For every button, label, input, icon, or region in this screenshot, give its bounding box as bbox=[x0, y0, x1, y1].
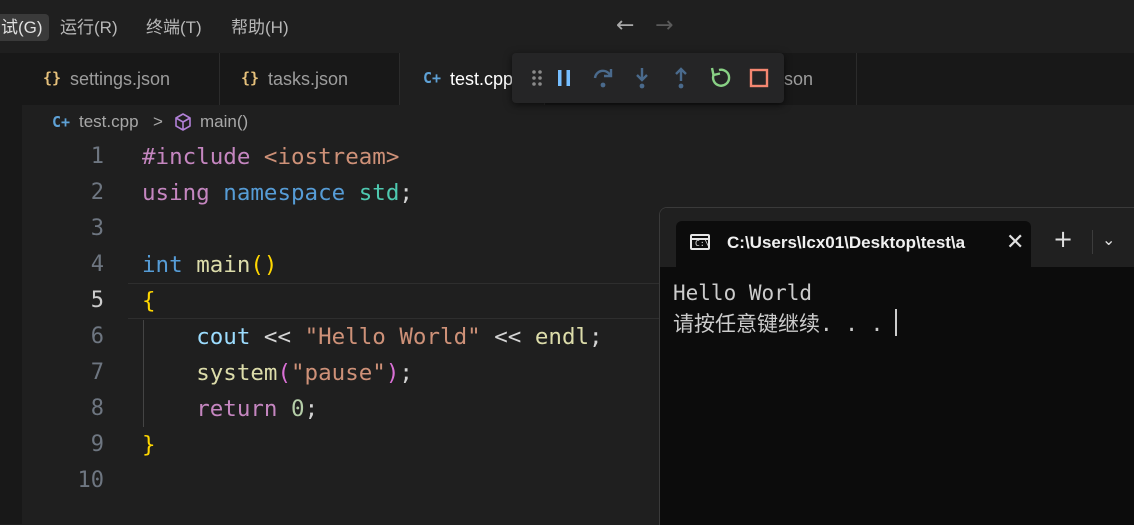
breadcrumb-separator: > bbox=[153, 112, 163, 131]
menu-bar: 调试(G) 运行(R) 终端(T) 帮助(H) ← → bbox=[0, 0, 1134, 53]
terminal-tab-title: C:\Users\lcx01\Desktop\test\a bbox=[727, 233, 966, 252]
code-line-5: { bbox=[142, 288, 156, 314]
step-into-icon[interactable] bbox=[629, 65, 655, 91]
line-number: 10 bbox=[77, 468, 105, 493]
tab-label: settings.json bbox=[70, 69, 171, 89]
line-number: 1 bbox=[90, 144, 104, 169]
terminal-titlebar: C:\ C:\Users\lcx01\Desktop\test\a ✕ + ⌄ bbox=[660, 208, 1134, 267]
json-file-icon: {} bbox=[43, 69, 62, 87]
tab-label: tasks.json bbox=[268, 69, 349, 89]
left-gutter bbox=[0, 53, 22, 524]
cpp-file-icon: C+ bbox=[52, 113, 71, 131]
terminal-output[interactable]: Hello World 请按任意键继续. . . bbox=[673, 278, 898, 340]
drag-handle-icon[interactable] bbox=[524, 65, 550, 91]
menu-run[interactable]: 运行(R) bbox=[54, 14, 124, 41]
close-icon[interactable]: ✕ bbox=[1006, 230, 1024, 255]
output-line: Hello World bbox=[673, 281, 813, 305]
step-over-icon[interactable] bbox=[590, 65, 616, 91]
output-line: 请按任意键继续. . . bbox=[673, 312, 884, 336]
code-line-6: cout << "Hello World" << endl; bbox=[196, 324, 603, 350]
terminal-icon: C:\ bbox=[690, 234, 710, 250]
tab-tasks-json[interactable]: {} tasks.json bbox=[220, 53, 400, 105]
menu-terminal[interactable]: 终端(T) bbox=[140, 14, 208, 41]
breadcrumb-symbol[interactable]: main() bbox=[200, 110, 248, 134]
chevron-down-icon[interactable]: ⌄ bbox=[1102, 230, 1115, 249]
current-line-highlight bbox=[128, 283, 668, 319]
tab-label: test.cpp bbox=[450, 69, 514, 89]
new-tab-button[interactable]: + bbox=[1053, 227, 1073, 251]
line-number: 3 bbox=[90, 216, 104, 241]
code-line-4: int main() bbox=[142, 252, 278, 278]
code-line-1: #include <iostream> bbox=[142, 144, 400, 170]
step-out-icon[interactable] bbox=[668, 65, 694, 91]
cpp-file-icon: C+ bbox=[423, 69, 442, 87]
line-number: 8 bbox=[90, 396, 104, 421]
line-number: 6 bbox=[90, 324, 104, 349]
text-cursor bbox=[895, 309, 898, 336]
tab-label: son bbox=[784, 69, 814, 89]
code-line-8: return 0; bbox=[196, 396, 319, 422]
terminal-window: C:\ C:\Users\lcx01\Desktop\test\a ✕ + ⌄ … bbox=[659, 207, 1134, 525]
code-line-7: system("pause"); bbox=[196, 360, 413, 386]
pause-icon[interactable] bbox=[551, 65, 577, 91]
breadcrumb-file[interactable]: test.cpp bbox=[79, 110, 139, 134]
json-file-icon: {} bbox=[241, 69, 260, 87]
terminal-tab[interactable]: C:\ C:\Users\lcx01\Desktop\test\a ✕ bbox=[676, 221, 1031, 267]
line-number-current: 5 bbox=[90, 288, 104, 313]
menu-debug[interactable]: 调试(G) bbox=[0, 14, 49, 41]
line-number: 9 bbox=[90, 432, 104, 457]
stop-icon[interactable] bbox=[746, 65, 772, 91]
back-arrow-icon[interactable]: ← bbox=[616, 15, 634, 37]
divider bbox=[1092, 230, 1093, 254]
code-line-9: } bbox=[142, 432, 156, 458]
debug-toolbar bbox=[512, 53, 784, 103]
line-number: 7 bbox=[90, 360, 104, 385]
code-line-2: using namespace std; bbox=[142, 180, 413, 206]
forward-arrow-icon[interactable]: → bbox=[655, 15, 673, 37]
menu-help[interactable]: 帮助(H) bbox=[225, 14, 295, 41]
tab-settings-json[interactable]: {} settings.json bbox=[22, 53, 220, 105]
line-number: 4 bbox=[90, 252, 104, 277]
method-cube-icon bbox=[175, 113, 191, 131]
restart-icon[interactable] bbox=[707, 65, 733, 91]
line-number: 2 bbox=[90, 180, 104, 205]
